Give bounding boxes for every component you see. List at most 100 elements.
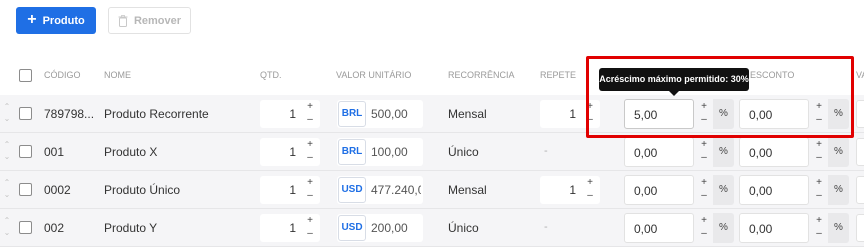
table-row: ⌃ ⌄ 789798... Produto Recorrente 1 + – BR… [0, 95, 864, 133]
decrement-button[interactable]: – [583, 189, 597, 202]
increment-button[interactable]: + [303, 214, 317, 227]
increase-percent-field[interactable]: 0,00 + – % [624, 175, 734, 205]
product-code: 001 [44, 145, 65, 159]
increase-input[interactable]: 0,00 [624, 137, 694, 167]
drag-handle-icon[interactable]: ⌃ ⌄ [2, 139, 12, 165]
quantity-stepper[interactable]: 1 + – [260, 100, 320, 128]
decrement-button[interactable]: – [812, 189, 826, 202]
decrement-button[interactable]: – [303, 189, 317, 202]
increment-button[interactable]: + [303, 138, 317, 151]
product-name: Produto Recorrente [104, 107, 209, 121]
product-code: 789798... [44, 107, 95, 121]
decrement-button[interactable]: – [697, 189, 711, 202]
currency-badge[interactable]: USD [338, 177, 366, 203]
quantity-stepper[interactable]: 1 + – [260, 138, 320, 166]
percent-unit: % [828, 213, 849, 243]
header-value: VA [856, 70, 864, 80]
table-row: ⌃ ⌄ 0002 Produto Único 1 + – USD 477.240,… [0, 171, 864, 209]
increment-button[interactable]: + [812, 138, 826, 151]
header-name: NOME [104, 70, 131, 80]
product-code: 0002 [44, 183, 71, 197]
discount-input[interactable]: 0,00 [739, 99, 809, 129]
increase-percent-field[interactable]: 0,00 + – % [624, 213, 734, 243]
increment-button[interactable]: + [697, 138, 711, 151]
increment-button[interactable]: + [583, 176, 597, 189]
row-checkbox[interactable] [19, 183, 32, 196]
repeat-stepper[interactable]: 1 + – [540, 176, 600, 204]
quantity-value: 1 [289, 107, 296, 121]
increase-input[interactable]: 0,00 [624, 175, 694, 205]
max-increase-tooltip: Acréscimo máximo permitido: 30% [599, 68, 749, 96]
decrement-button[interactable]: – [697, 151, 711, 164]
decrement-button[interactable]: – [812, 227, 826, 240]
percent-unit: % [713, 137, 734, 167]
recurrence-value: Único [448, 145, 479, 159]
trash-icon [118, 14, 128, 27]
table-row: ⌃ ⌄ 001 Produto X 1 + – BRL 100,00 Único … [0, 133, 864, 171]
discount-input[interactable]: 0,00 [739, 213, 809, 243]
increment-button[interactable]: + [697, 100, 711, 113]
add-product-button[interactable]: + Produto [16, 7, 96, 34]
product-name: Produto Único [104, 183, 181, 197]
increment-button[interactable]: + [697, 214, 711, 227]
unit-value-field[interactable]: USD 477.240,0 [337, 176, 423, 204]
increment-button[interactable]: + [697, 176, 711, 189]
header-unit-value: VALOR UNITÁRIO [336, 70, 412, 80]
row-checkbox[interactable] [19, 107, 32, 120]
decrement-button[interactable]: – [697, 113, 711, 126]
increment-button[interactable]: + [303, 100, 317, 113]
increment-button[interactable]: + [303, 176, 317, 189]
plus-icon: + [27, 11, 37, 28]
currency-badge[interactable]: USD [338, 215, 366, 241]
repeat-stepper[interactable]: 1 + – [540, 100, 600, 128]
remove-button[interactable]: Remover [108, 7, 191, 34]
decrement-button[interactable]: – [583, 113, 597, 126]
quantity-value: 1 [289, 221, 296, 235]
decrement-button[interactable]: – [812, 113, 826, 126]
value-field[interactable] [856, 100, 864, 128]
quantity-stepper[interactable]: 1 + – [260, 214, 320, 242]
drag-handle-icon[interactable]: ⌃ ⌄ [2, 177, 12, 203]
discount-percent-field[interactable]: 0,00 + – % [739, 213, 849, 243]
header-qty: QTD. [260, 70, 282, 80]
quantity-value: 1 [289, 183, 296, 197]
decrement-button[interactable]: – [303, 151, 317, 164]
unit-value-field[interactable]: BRL 500,00 [337, 100, 423, 128]
unit-value-field[interactable]: BRL 100,00 [337, 138, 423, 166]
discount-percent-field[interactable]: 0,00 + – % [739, 175, 849, 205]
decrement-button[interactable]: – [812, 151, 826, 164]
discount-input[interactable]: 0,00 [739, 175, 809, 205]
unit-value-field[interactable]: USD 200,00 [337, 214, 423, 242]
value-field[interactable] [856, 176, 864, 204]
row-checkbox[interactable] [19, 221, 32, 234]
decrement-button[interactable]: – [303, 227, 317, 240]
row-checkbox[interactable] [19, 145, 32, 158]
discount-input[interactable]: 0,00 [739, 137, 809, 167]
decrement-button[interactable]: – [697, 227, 711, 240]
drag-handle-icon[interactable]: ⌃ ⌄ [2, 101, 12, 127]
value-field[interactable] [856, 138, 864, 166]
currency-badge[interactable]: BRL [338, 101, 366, 127]
discount-percent-field[interactable]: 0,00 + – % [739, 99, 849, 129]
select-all-checkbox[interactable] [19, 69, 32, 82]
increase-percent-field[interactable]: 0,00 + – % [624, 137, 734, 167]
recurrence-value: Mensal [448, 183, 487, 197]
increment-button[interactable]: + [812, 176, 826, 189]
discount-percent-field[interactable]: 0,00 + – % [739, 137, 849, 167]
repeat-empty: - [544, 145, 548, 157]
increment-button[interactable]: + [812, 100, 826, 113]
currency-badge[interactable]: BRL [338, 139, 366, 165]
header-repeat: REPETE [540, 70, 577, 80]
header-recurrence: RECORRÊNCIA [448, 70, 515, 80]
increase-percent-field[interactable]: 5,00 + – % [624, 99, 734, 129]
increment-button[interactable]: + [812, 214, 826, 227]
drag-handle-icon[interactable]: ⌃ ⌄ [2, 215, 12, 241]
repeat-empty: - [544, 221, 548, 233]
quantity-stepper[interactable]: 1 + – [260, 176, 320, 204]
product-code: 002 [44, 221, 65, 235]
increment-button[interactable]: + [583, 100, 597, 113]
value-field[interactable] [856, 214, 864, 242]
increase-input[interactable]: 0,00 [624, 213, 694, 243]
increase-input[interactable]: 5,00 [624, 99, 694, 129]
decrement-button[interactable]: – [303, 113, 317, 126]
